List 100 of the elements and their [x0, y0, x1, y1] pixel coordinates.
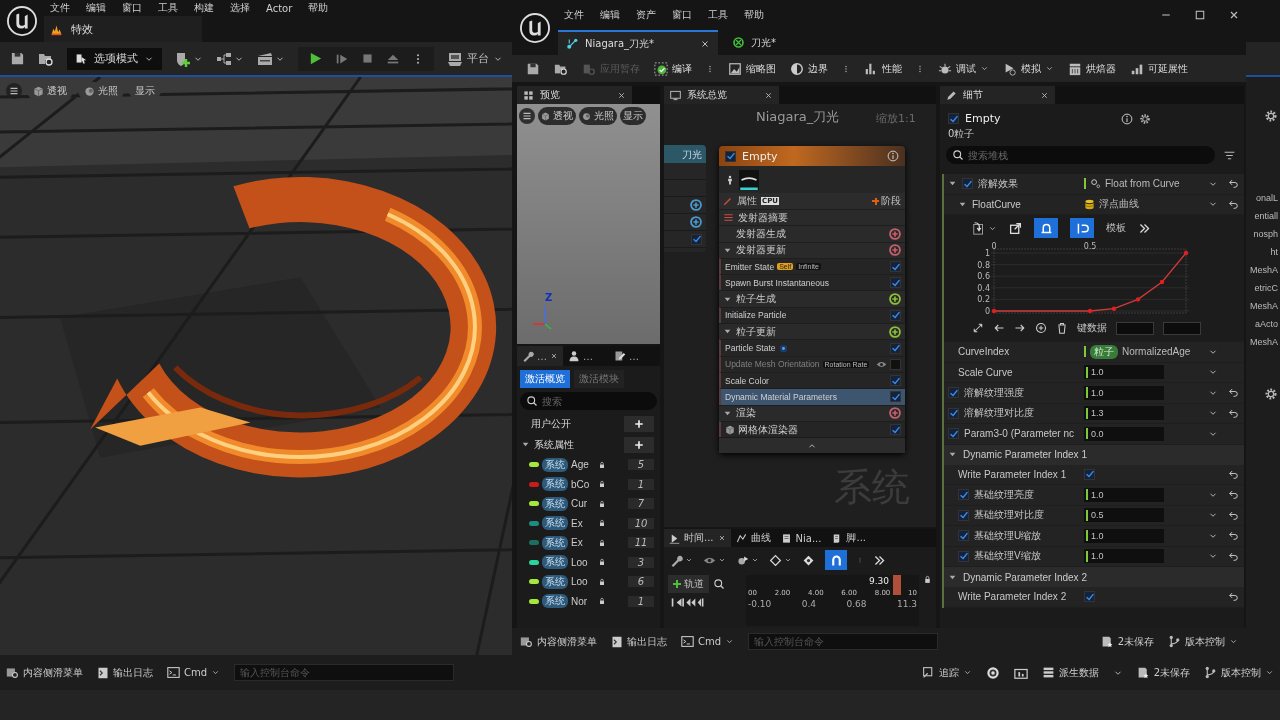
- close-icon[interactable]: [617, 90, 626, 100]
- panel-tab[interactable]: 预览: [517, 86, 632, 104]
- view-tab[interactable]: 激活模块: [574, 370, 624, 388]
- search-field[interactable]: 搜索堆栈: [946, 146, 1215, 164]
- menu-item[interactable]: 编辑: [86, 1, 106, 15]
- checkbox[interactable]: [890, 391, 901, 403]
- expand-arrow-icon[interactable]: [948, 450, 957, 459]
- settings-icon[interactable]: [1264, 387, 1278, 401]
- number-field[interactable]: 1.0: [1084, 549, 1164, 564]
- save-icon[interactable]: [10, 51, 25, 66]
- panel-tab[interactable]: 脚...: [826, 529, 872, 547]
- unlock-icon[interactable]: [923, 575, 932, 584]
- value-field[interactable]: 7: [628, 498, 654, 510]
- console-input[interactable]: 输入控制台命令: [234, 664, 455, 681]
- menu-item[interactable]: 帮助: [744, 8, 764, 22]
- add-icon[interactable]: [889, 244, 901, 257]
- menu-item[interactable]: 帮助: [308, 1, 329, 15]
- document-tab[interactable]: 刀光*: [724, 30, 884, 55]
- key-point[interactable]: [1135, 297, 1141, 302]
- info-icon[interactable]: [887, 150, 899, 162]
- stage-label[interactable]: 粒子生成: [736, 292, 776, 307]
- checkbox[interactable]: [948, 428, 959, 440]
- reset-arrow-icon[interactable]: [1227, 198, 1239, 210]
- expand-icon[interactable]: [873, 553, 886, 567]
- panel-tab[interactable]: …: [563, 346, 609, 366]
- reset-arrow-icon[interactable]: [1227, 178, 1239, 190]
- content-drawer-button[interactable]: 内容侧滑菜单: [520, 634, 597, 649]
- key-icon[interactable]: [802, 553, 815, 567]
- parameter-name[interactable]: Loo: [571, 576, 595, 588]
- reset-arrow-icon[interactable]: [1227, 550, 1239, 562]
- panel-tab[interactable]: …: [609, 346, 655, 366]
- checkbox[interactable]: [948, 387, 959, 399]
- graph-canvas[interactable]: [664, 104, 936, 527]
- asset-selector[interactable]: 浮点曲线: [1084, 197, 1139, 212]
- value-field[interactable]: 10: [628, 517, 654, 529]
- fit-icon[interactable]: [972, 322, 984, 334]
- reset-arrow-icon[interactable]: [1227, 489, 1239, 501]
- checkbox[interactable]: [725, 150, 736, 162]
- menu-item[interactable]: 工具: [158, 1, 178, 15]
- toolbar-button[interactable]: 编译: [654, 61, 692, 76]
- toolbar-button[interactable]: 缩略图: [728, 61, 776, 76]
- content-drawer-button[interactable]: 内容侧滑菜单: [6, 665, 83, 680]
- value-field[interactable]: 3: [628, 556, 654, 568]
- snap-toggle[interactable]: [825, 550, 847, 570]
- snap-toggle[interactable]: [1070, 218, 1094, 238]
- key-point[interactable]: [1087, 308, 1093, 314]
- info-icon[interactable]: [1121, 112, 1133, 125]
- checkbox[interactable]: [962, 178, 973, 190]
- unsaved-button[interactable]: 2未保存: [1136, 665, 1190, 680]
- value-field[interactable]: 1: [628, 478, 654, 490]
- output-log-button[interactable]: 输出日志: [97, 665, 153, 680]
- checkbox[interactable]: [958, 550, 969, 562]
- caret-icon[interactable]: [685, 556, 693, 564]
- menu-item[interactable]: Actor: [266, 2, 293, 14]
- diamond-icon[interactable]: [769, 553, 782, 567]
- cmd-dropdown[interactable]: Cmd: [167, 666, 221, 679]
- stage-label[interactable]: 发射器生成: [723, 226, 786, 241]
- toolbar-button[interactable]: 模拟: [1003, 61, 1054, 76]
- system-node[interactable]: 刀光: [664, 145, 706, 252]
- reset-arrow-icon[interactable]: [1227, 591, 1239, 603]
- key-point[interactable]: [1159, 279, 1165, 285]
- checkbox[interactable]: [948, 113, 959, 124]
- add-icon[interactable]: [889, 407, 901, 420]
- figure-icon[interactable]: [725, 173, 735, 186]
- template-button[interactable]: 模板: [1106, 221, 1126, 235]
- viewport-option-button[interactable]: 显示: [620, 107, 646, 125]
- outliner-item[interactable]: etricC: [1254, 283, 1278, 293]
- caret-icon[interactable]: [718, 556, 726, 564]
- number-field[interactable]: 0.0: [1084, 426, 1164, 441]
- stage-label[interactable]: 发射器更新: [736, 243, 786, 258]
- parameter-name[interactable]: Cur: [571, 498, 595, 510]
- level-tab[interactable]: 特效: [44, 16, 202, 42]
- menu-item[interactable]: 窗口: [672, 8, 692, 22]
- panel-tab[interactable]: 时间...: [664, 529, 731, 547]
- number-field[interactable]: 1.3: [1084, 406, 1164, 421]
- save-icon[interactable]: [526, 61, 540, 76]
- section-label[interactable]: Dynamic Parameter Index 1: [963, 449, 1087, 460]
- menu-item[interactable]: 编辑: [600, 8, 620, 22]
- emitter-node[interactable]: [719, 146, 905, 454]
- menu-item[interactable]: 文件: [50, 1, 70, 15]
- panel-tab[interactable]: Nia...: [775, 529, 827, 547]
- wrench-icon[interactable]: [670, 553, 683, 567]
- outliner-item[interactable]: MeshA: [1250, 337, 1278, 347]
- checkbox[interactable]: [890, 342, 901, 354]
- source-control-dropdown[interactable]: 版本控制: [1168, 634, 1238, 649]
- snap-toggle[interactable]: [1034, 218, 1058, 238]
- number-field[interactable]: 1.0: [1084, 365, 1164, 380]
- properties-label[interactable]: 属性: [737, 194, 757, 208]
- toolbar-button[interactable]: 调试: [938, 61, 989, 76]
- view-tab[interactable]: 激活概览: [520, 370, 570, 388]
- outliner-item[interactable]: ht: [1270, 247, 1278, 257]
- parameter-name[interactable]: bCo: [571, 478, 595, 490]
- reset-arrow-icon[interactable]: [1227, 407, 1239, 419]
- close-icon[interactable]: [700, 38, 710, 49]
- value-field[interactable]: 6: [628, 576, 654, 588]
- checkbox[interactable]: [958, 489, 969, 501]
- checkbox[interactable]: [890, 358, 901, 370]
- add-icon[interactable]: [690, 199, 702, 211]
- number-field[interactable]: 1.0: [1084, 487, 1164, 502]
- checkbox[interactable]: [890, 375, 901, 387]
